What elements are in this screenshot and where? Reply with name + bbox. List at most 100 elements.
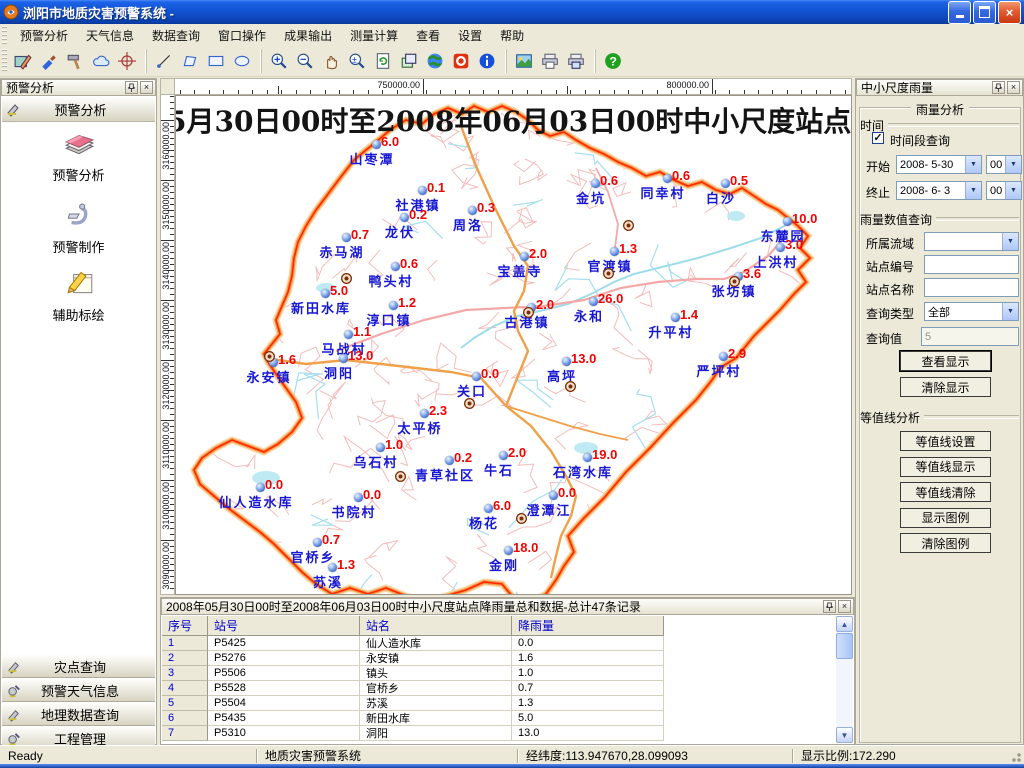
layers-icon[interactable] (398, 49, 422, 73)
station-dot[interactable] (445, 456, 454, 465)
refresh-icon[interactable] (372, 49, 396, 73)
station-no-input[interactable] (924, 255, 1019, 274)
close-icon[interactable]: × (838, 600, 851, 613)
table-cell[interactable]: 1.0 (512, 666, 664, 681)
station-dot[interactable] (420, 409, 429, 418)
station-dot[interactable] (484, 504, 493, 513)
image-icon[interactable] (513, 49, 537, 73)
table-cell[interactable]: 5.0 (512, 711, 664, 726)
menu-item[interactable]: 成果输出 (275, 24, 341, 47)
station-dot[interactable] (354, 493, 363, 502)
toolbar-gripper[interactable] (2, 49, 7, 73)
hazard-point-marker[interactable] (603, 268, 614, 279)
table-cell[interactable]: P5310 (208, 726, 360, 741)
query-value-input[interactable]: 5 (921, 327, 1019, 346)
station-dot[interactable] (783, 217, 792, 226)
station-dot[interactable] (583, 453, 592, 462)
scroll-down-icon[interactable]: ▼ (836, 727, 853, 743)
zoom-in-icon[interactable] (268, 49, 292, 73)
station-dot[interactable] (339, 354, 348, 363)
stop-icon[interactable] (450, 49, 474, 73)
center-icon[interactable] (116, 49, 140, 73)
hazard-point-marker[interactable] (565, 381, 576, 392)
chevron-down-icon[interactable]: ▼ (965, 156, 981, 173)
table-cell[interactable]: 苏溪 (360, 696, 512, 711)
station-dot[interactable] (328, 563, 337, 572)
station-dot[interactable] (256, 483, 265, 492)
station-dot[interactable] (589, 297, 598, 306)
hazard-point-marker[interactable] (516, 513, 527, 524)
menu-item[interactable]: 窗口操作 (209, 24, 275, 47)
scroll-up-icon[interactable]: ▲ (836, 616, 853, 632)
hazard-point-marker[interactable] (264, 351, 275, 362)
map-edit-icon[interactable] (12, 49, 36, 73)
help-icon[interactable]: ? (602, 49, 626, 73)
table-cell[interactable]: 仙人造水库 (360, 636, 512, 651)
cloud-icon[interactable] (90, 49, 114, 73)
station-name-input[interactable] (924, 278, 1019, 297)
table-cell[interactable]: 镇头 (360, 666, 512, 681)
table-cell[interactable]: 1.3 (512, 696, 664, 711)
print-preview-icon[interactable] (565, 49, 589, 73)
table-header-cell[interactable]: 序号 (162, 616, 208, 636)
pin-icon[interactable] (125, 81, 138, 94)
station-dot[interactable] (344, 330, 353, 339)
chevron-down-icon[interactable]: ▼ (1002, 233, 1018, 250)
sidebar-item-2[interactable]: 预警天气信息 (2, 678, 155, 702)
menu-gripper[interactable] (2, 26, 7, 44)
menu-item[interactable]: 预警分析 (11, 24, 77, 47)
row-number-cell[interactable]: 3 (162, 666, 208, 681)
table-header-cell[interactable]: 站名 (360, 616, 512, 636)
chevron-down-icon[interactable]: ▼ (1002, 303, 1018, 320)
resize-grip[interactable] (1008, 749, 1022, 763)
menu-item[interactable]: 数据查询 (143, 24, 209, 47)
row-number-cell[interactable]: 5 (162, 696, 208, 711)
info-icon[interactable] (476, 49, 500, 73)
station-dot[interactable] (400, 213, 409, 222)
maximize-button[interactable] (973, 1, 996, 24)
row-number-cell[interactable]: 4 (162, 681, 208, 696)
table-header-cell[interactable]: 降雨量 (512, 616, 664, 636)
row-number-cell[interactable]: 7 (162, 726, 208, 741)
table-cell[interactable]: 0.0 (512, 636, 664, 651)
station-dot[interactable] (372, 140, 381, 149)
row-number-cell[interactable]: 2 (162, 651, 208, 666)
start-date-select[interactable]: 2008- 5-30▼ (896, 155, 982, 174)
table-cell[interactable]: 永安镇 (360, 651, 512, 666)
chevron-down-icon[interactable]: ▼ (1005, 156, 1021, 173)
hammer-icon[interactable] (64, 49, 88, 73)
table-cell[interactable]: P5435 (208, 711, 360, 726)
tool-item-1[interactable]: 预警分析 (1, 125, 156, 184)
station-dot[interactable] (549, 491, 558, 500)
station-dot[interactable] (671, 313, 680, 322)
station-dot[interactable] (719, 352, 728, 361)
close-icon[interactable]: × (1007, 81, 1020, 94)
table-cell[interactable]: P5504 (208, 696, 360, 711)
table-scrollbar[interactable]: ▲ ▼ (836, 616, 853, 743)
rectangle-icon[interactable] (205, 49, 229, 73)
table-cell[interactable]: 1.6 (512, 651, 664, 666)
station-dot[interactable] (663, 174, 672, 183)
contour-button-5[interactable]: 清除图例 (900, 533, 991, 553)
menu-item[interactable]: 设置 (449, 24, 491, 47)
line-icon[interactable] (153, 49, 177, 73)
hazard-point-marker[interactable] (395, 471, 406, 482)
table-cell[interactable]: P5506 (208, 666, 360, 681)
zoom-extent-icon[interactable]: ± (346, 49, 370, 73)
contour-button-1[interactable]: 等值线设置 (900, 431, 991, 451)
hazard-point-marker[interactable] (729, 276, 740, 287)
station-dot[interactable] (418, 186, 427, 195)
station-dot[interactable] (342, 233, 351, 242)
ellipse-icon[interactable] (231, 49, 255, 73)
pan-icon[interactable] (320, 49, 344, 73)
menu-item[interactable]: 查看 (407, 24, 449, 47)
station-dot[interactable] (391, 262, 400, 271)
pin-icon[interactable] (823, 600, 836, 613)
chevron-down-icon[interactable]: ▼ (965, 182, 981, 199)
contour-button-4[interactable]: 显示图例 (900, 508, 991, 528)
sidebar-item-1[interactable]: 灾点查询 (2, 654, 155, 678)
station-dot[interactable] (610, 247, 619, 256)
station-dot[interactable] (721, 179, 730, 188)
print-icon[interactable] (539, 49, 563, 73)
tool-item-2[interactable]: 预警制作 (1, 197, 156, 256)
